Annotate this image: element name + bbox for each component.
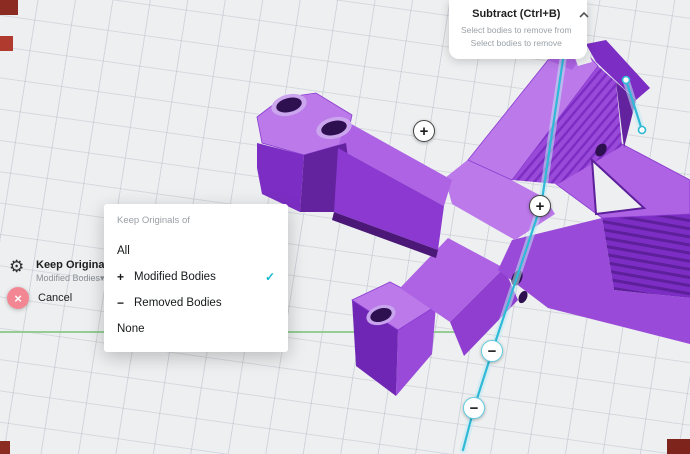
corner-marker-top-left-1 xyxy=(0,0,18,15)
menu-item-label: None xyxy=(117,323,145,335)
handle-plus-top[interactable]: + xyxy=(413,120,435,142)
gear-icon[interactable]: ⚙ xyxy=(9,258,24,275)
corner-marker-bottom-left xyxy=(0,441,10,454)
close-icon: × xyxy=(14,291,22,306)
handle-minus-bottom[interactable]: − xyxy=(463,397,485,419)
plus-icon: + xyxy=(117,270,134,284)
handle-minus-lower[interactable]: − xyxy=(481,340,503,362)
menu-item-label: All xyxy=(117,245,130,257)
check-icon: ✓ xyxy=(265,270,275,284)
keep-originals-label: Keep Originals xyxy=(36,259,114,271)
menu-item-removed-bodies[interactable]: − Removed Bodies xyxy=(117,290,275,316)
tool-subtitle-2: Select bodies to remove xyxy=(461,37,572,50)
handle-plus-center[interactable]: + xyxy=(529,195,551,217)
menu-item-modified-bodies[interactable]: + Modified Bodies ✓ xyxy=(117,264,275,290)
keep-originals-current: Modified Bodies xyxy=(36,273,100,283)
subtract-tool-panel: Subtract (Ctrl+B) Select bodies to remov… xyxy=(449,0,587,59)
minus-icon: − xyxy=(117,296,134,310)
tool-title: Subtract (Ctrl+B) xyxy=(461,8,572,20)
corner-marker-bottom-right xyxy=(667,439,690,454)
app-window: + + − − ⚙ Keep Originals Modified Bodies… xyxy=(0,0,690,454)
corner-marker-top-left-2 xyxy=(0,36,13,51)
cancel-label[interactable]: Cancel xyxy=(38,292,72,304)
cancel-button[interactable]: × xyxy=(7,287,29,309)
keep-originals-menu: Keep Originals of All + Modified Bodies … xyxy=(104,204,288,352)
menu-header: Keep Originals of xyxy=(117,215,275,226)
menu-item-label: Modified Bodies xyxy=(134,271,216,283)
keep-originals-value[interactable]: Modified Bodies▾ xyxy=(36,273,105,284)
tool-subtitle-1: Select bodies to remove from xyxy=(461,24,572,37)
chevron-up-icon[interactable] xyxy=(578,8,590,27)
line-endpoint xyxy=(623,77,630,84)
line-endpoint xyxy=(639,127,646,134)
menu-item-all[interactable]: All xyxy=(117,238,275,264)
menu-item-none[interactable]: None xyxy=(117,316,275,342)
menu-item-label: Removed Bodies xyxy=(134,297,222,309)
